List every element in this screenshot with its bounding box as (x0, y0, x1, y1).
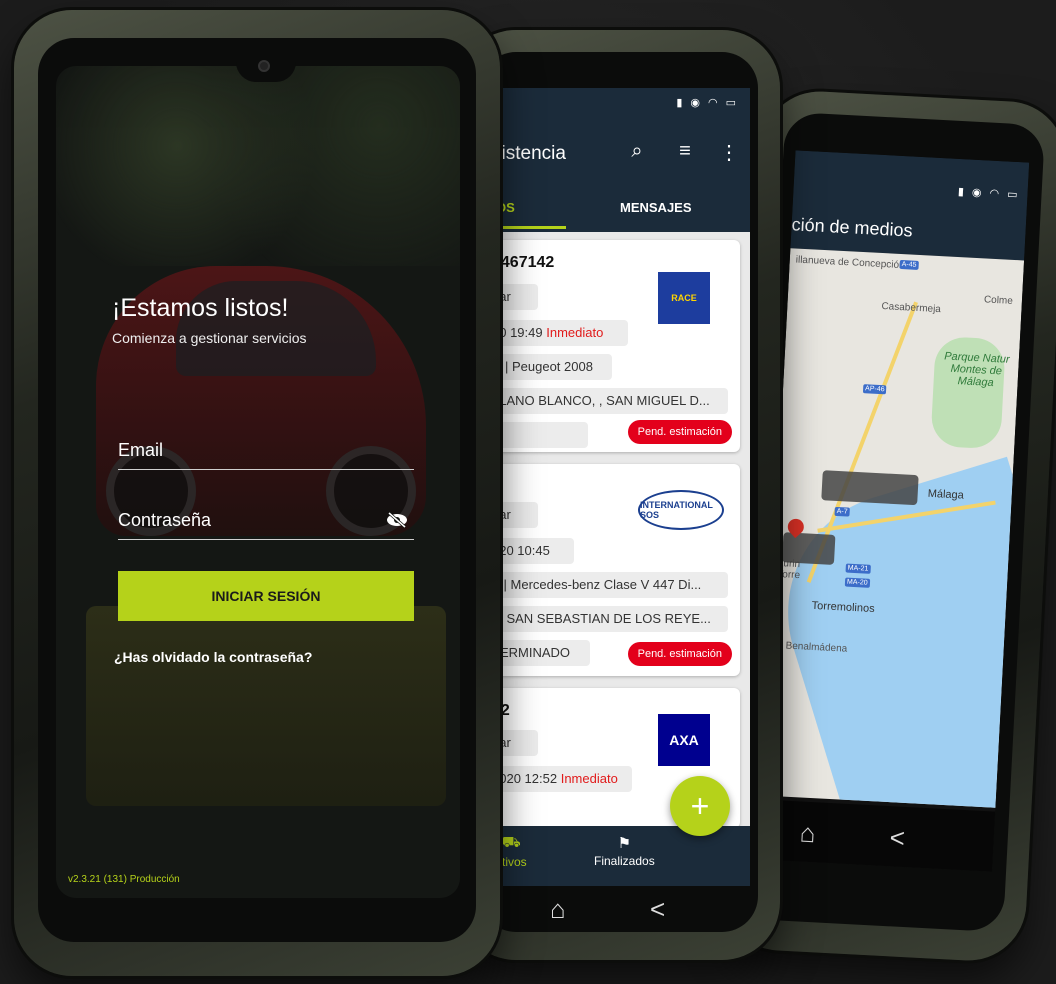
service-date-chip: 20 19:49 Inmediato (492, 320, 628, 346)
map-label: Parque Natur Montes de Málaga (943, 350, 1010, 390)
tab-mensajes[interactable]: MENSAJES (620, 200, 692, 215)
system-nav-bar: ⌂ < (758, 799, 996, 872)
home-icon[interactable]: ⌂ (550, 894, 566, 925)
nav-finalizados[interactable]: ⚑ Finalizados (594, 834, 655, 868)
list-screen: ▮ ◉ ◠ ▭ sistencia ⌕ ≡ ⋮ OS MENSAJES 5467… (492, 88, 750, 886)
tow-truck-marker-icon[interactable] (781, 532, 836, 565)
service-card[interactable]: nar 020 10:45 Z | Mercedes-benz Clase V … (492, 464, 740, 676)
password-label: Contraseña (118, 510, 212, 530)
add-service-button[interactable]: + (670, 776, 730, 836)
phone-login: ¡Estamos listos! Comienza a gestionar se… (14, 10, 500, 976)
password-field[interactable]: Contraseña (118, 510, 414, 540)
service-id: 5467142 (492, 254, 555, 271)
service-chip: TERMINADO (492, 640, 590, 666)
road-shield: AP-46 (862, 384, 887, 395)
appbar-title: sistencia (492, 143, 566, 164)
nav-activos[interactable]: ⛟ ctivos (496, 834, 527, 869)
sea-area (761, 456, 1025, 808)
location-icon: ◉ (690, 97, 700, 109)
service-date: 020 10:45 (492, 538, 574, 564)
app-version: v2.3.21 (131) Producción (68, 874, 180, 885)
back-icon[interactable]: < (650, 894, 665, 925)
status-bar: ▮ ◉ ◠ ▭ (958, 185, 1018, 201)
system-nav-bar: ⌂ < (492, 886, 750, 946)
map-appbar: ▮ ◉ ◠ ▭ ción de medios (790, 150, 1030, 261)
email-label: Email (118, 440, 164, 460)
checkered-flag-icon: ⚑ (617, 835, 632, 852)
service-list[interactable]: 5467142 nar 20 19:49 Inmediato C | Peuge… (492, 232, 750, 828)
back-icon[interactable]: < (889, 822, 906, 854)
vehicle-chip: C | Peugeot 2008 (492, 354, 612, 380)
road-shield: MA-21 (845, 563, 871, 574)
race-logo: RACE (658, 272, 710, 324)
battery-icon: ▭ (1006, 188, 1018, 202)
background-tow-truck (86, 606, 446, 806)
vibrate-icon: ▮ (676, 97, 683, 109)
urgency-label: Inmediato (560, 771, 618, 786)
bottom-nav: ⛟ ctivos ⚑ Finalizados (492, 826, 750, 886)
road-shield: MA-20 (844, 577, 870, 588)
location-icon: ◉ (971, 186, 982, 200)
service-chip (492, 422, 588, 448)
background-trees (56, 66, 460, 266)
wifi-icon: ◠ (707, 97, 718, 109)
vibrate-icon: ▮ (957, 185, 965, 199)
tab-indicator (492, 226, 566, 229)
status-badge: Pend. estimación (627, 420, 732, 444)
vehicle-chip: Z | Mercedes-benz Clase V 447 Di... (492, 572, 728, 598)
status-bar: ▮ ◉ ◠ ▭ (492, 88, 750, 116)
map-screen: ▮ ◉ ◠ ▭ ción de medios illanueva de Conc… (758, 150, 1030, 872)
email-field[interactable]: Email (118, 440, 414, 470)
battery-icon: ▭ (725, 97, 736, 109)
wifi-icon: ◠ (989, 187, 1000, 201)
map-label: Colme (983, 294, 1014, 307)
tow-truck-marker-icon[interactable] (821, 470, 919, 506)
status-badge: Pend. estimación (627, 642, 732, 666)
front-camera-icon (258, 60, 270, 72)
login-subtitle: Comienza a gestionar servicios (112, 330, 307, 346)
map-view[interactable]: illanueva de Concepción Casabermeja Colm… (761, 248, 1025, 808)
forgot-password-link[interactable]: ¿Has olvidado la contraseña? (114, 649, 312, 665)
map-title: ción de medios (791, 214, 914, 241)
nav-label: Finalizados (594, 854, 655, 868)
tow-truck-icon: ⛟ (501, 834, 521, 851)
login-screen: ¡Estamos listos! Comienza a gestionar se… (56, 66, 460, 898)
showcase-stage: ▮ ◉ ◠ ▭ ción de medios illanueva de Conc… (0, 0, 1056, 984)
axa-logo: AXA (658, 714, 710, 766)
more-vert-icon[interactable]: ⋮ (718, 140, 740, 165)
road-shield: A-7 (834, 506, 850, 517)
road-shield: A-45 (899, 259, 919, 270)
search-icon[interactable]: ⌕ (626, 140, 648, 163)
urgency-label: Inmediato (546, 325, 604, 340)
home-icon[interactable]: ⌂ (799, 818, 816, 850)
map-label: Málaga (927, 487, 965, 502)
address-chip: . , SAN SEBASTIAN DE LOS REYE... (492, 606, 728, 632)
service-card[interactable]: 5467142 nar 20 19:49 Inmediato C | Peuge… (492, 240, 740, 452)
service-date: 2020 12:52 (492, 771, 558, 786)
login-button[interactable]: INICIAR SESIÓN (118, 571, 414, 621)
filter-icon[interactable]: ≡ (674, 140, 696, 163)
international-sos-logo: INTERNATIONAL SOS (638, 490, 724, 530)
map-label: Casabermeja (881, 301, 942, 316)
address-chip: LLANO BLANCO, , SAN MIGUEL D... (492, 388, 728, 414)
map-label: illanueva de Concepción (795, 254, 905, 272)
service-date-chip: 2020 12:52 Inmediato (492, 766, 632, 792)
visibility-off-icon[interactable] (386, 512, 408, 528)
phone-list: ▮ ◉ ◠ ▭ sistencia ⌕ ≡ ⋮ OS MENSAJES 5467… (458, 30, 780, 960)
nav-label: ctivos (496, 855, 527, 869)
login-title: ¡Estamos listos! (112, 294, 289, 322)
